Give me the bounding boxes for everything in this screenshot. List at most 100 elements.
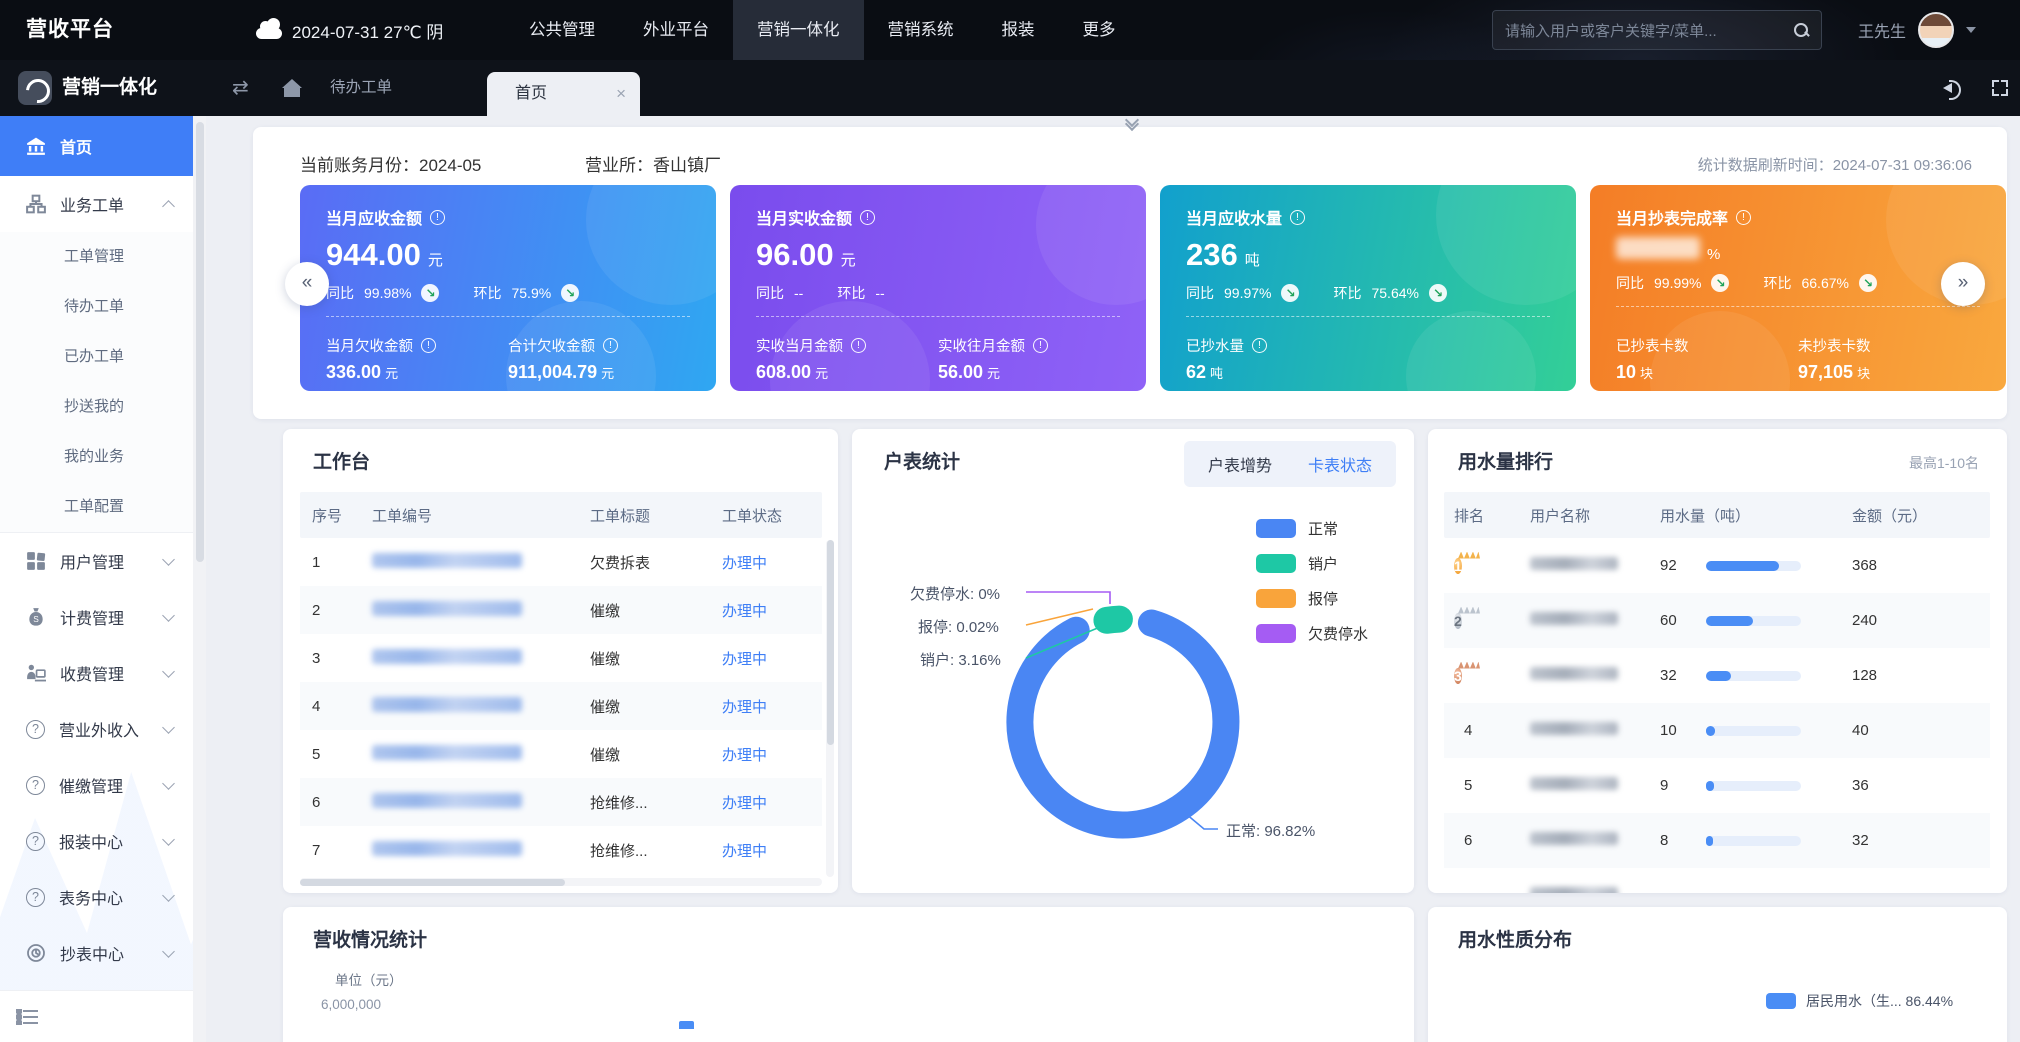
collapse-overview-button[interactable] xyxy=(1127,121,1137,129)
home-icon[interactable] xyxy=(282,79,302,97)
tab-home[interactable]: 首页 xyxy=(487,72,640,116)
carousel-next-button[interactable] xyxy=(1941,262,1985,306)
info-icon[interactable] xyxy=(1033,338,1048,353)
nav-more[interactable]: 更多 xyxy=(1059,0,1140,60)
tab-card-meter-status[interactable]: 卡表状态 xyxy=(1308,452,1372,476)
info-icon[interactable] xyxy=(851,338,866,353)
tab-meter-trend[interactable]: 户表增势 xyxy=(1208,452,1272,476)
sidebar-item-workorder-mgmt[interactable]: 工单管理 xyxy=(0,232,193,282)
card-sub-item: 实收当月金额 608.00元 xyxy=(756,335,938,383)
legend-item-cutoff[interactable]: 欠费停水 xyxy=(1256,622,1368,645)
sidebar-item-cc-me[interactable]: 抄送我的 xyxy=(0,382,193,432)
nav-field-platform[interactable]: 外业平台 xyxy=(619,0,733,60)
sidebar-group-meter-center[interactable]: 表务中心 xyxy=(0,869,193,925)
sidebar-group-workorder[interactable]: 业务工单 xyxy=(0,176,193,232)
arrow-down-right-icon xyxy=(421,284,439,302)
nature-legend-item[interactable]: 居民用水（生... 86.44% xyxy=(1766,991,1953,1011)
todo-workorder-shortcut[interactable]: 待办工单 xyxy=(330,60,392,116)
chevron-down-icon xyxy=(162,833,175,846)
panel-title: 营收情况统计 xyxy=(313,925,427,952)
menu-list-icon[interactable] xyxy=(16,1009,38,1025)
table-row: 5催缴办理中 xyxy=(300,730,822,778)
usage-bar xyxy=(1706,781,1801,791)
info-icon[interactable] xyxy=(1252,338,1267,353)
y-axis-top-label: 6,000,000 xyxy=(303,997,381,1012)
sidebar-item-workorder-config[interactable]: 工单配置 xyxy=(0,482,193,532)
sub-unit: 块 xyxy=(1857,366,1870,381)
close-icon[interactable] xyxy=(616,72,626,116)
info-icon[interactable] xyxy=(603,338,618,353)
info-icon[interactable] xyxy=(860,210,875,225)
nav-marketing-system[interactable]: 营销系统 xyxy=(864,0,978,60)
fullscreen-icon[interactable] xyxy=(1992,80,2008,96)
status-link[interactable]: 办理中 xyxy=(722,843,767,860)
donut-segment-normal xyxy=(1020,623,1226,825)
money-bag-icon: S xyxy=(26,607,46,627)
status-link[interactable]: 办理中 xyxy=(722,603,767,620)
sidebar-group-billing[interactable]: S 计费管理 xyxy=(0,589,193,645)
scrollbar-thumb[interactable] xyxy=(300,879,565,886)
status-link[interactable]: 办理中 xyxy=(722,699,767,716)
card-sub-item: 未抄表卡数 97,105块 xyxy=(1798,335,1980,383)
yoy-label: 同比 xyxy=(326,283,354,303)
global-search-input[interactable]: 请输入用户或客户关键字/菜单... xyxy=(1492,10,1822,50)
sidebar-group-user-mgmt[interactable]: 用户管理 xyxy=(0,533,193,589)
info-icon[interactable] xyxy=(430,210,445,225)
yoy-value: 99.99% xyxy=(1654,275,1701,291)
avatar[interactable] xyxy=(1918,12,1954,48)
card-sub-item: 已抄表卡数 10块 xyxy=(1616,335,1798,383)
scrollbar-thumb[interactable] xyxy=(827,540,834,745)
search-icon[interactable] xyxy=(1793,22,1809,38)
ranking-table: 排名 用户名称 用水量（吨） 金额（元） 1 92 368 2 60 240 3… xyxy=(1444,492,1990,893)
chevron-down-icon[interactable] xyxy=(1966,27,1976,33)
table-row: 3催缴办理中 xyxy=(300,634,822,682)
legend-item-normal[interactable]: 正常 xyxy=(1256,517,1368,540)
bank-icon xyxy=(26,136,46,156)
card-title: 当月应收水量 xyxy=(1186,205,1282,229)
table-header: 序号 工单编号 工单标题 工单状态 xyxy=(300,492,822,538)
chevron-up-icon xyxy=(162,200,175,213)
col-rank: 排名 xyxy=(1444,505,1530,526)
brand-title: 营收平台 xyxy=(26,0,114,60)
info-icon[interactable] xyxy=(1736,210,1751,225)
sidebar-item-my-business[interactable]: 我的业务 xyxy=(0,432,193,482)
app-bar: 营销一体化 待办工单 首页 xyxy=(0,60,2020,116)
sidebar-group-meter-reading-center[interactable]: 抄表中心 xyxy=(0,925,193,981)
nav-marketing-integration[interactable]: 营销一体化 xyxy=(733,0,864,60)
sidebar-submenu-workorder: 工单管理 待办工单 已办工单 抄送我的 我的业务 工单配置 xyxy=(0,232,193,533)
sidebar-item-todo-workorder[interactable]: 待办工单 xyxy=(0,282,193,332)
legend-item-closed[interactable]: 销户 xyxy=(1256,552,1368,575)
user-menu[interactable]: 王先生 xyxy=(1858,0,1976,60)
status-link[interactable]: 办理中 xyxy=(722,795,767,812)
legend-item-paused[interactable]: 报停 xyxy=(1256,587,1368,610)
sidebar-group-collection-urge[interactable]: 催缴管理 xyxy=(0,757,193,813)
info-icon[interactable] xyxy=(421,338,436,353)
speaker-icon[interactable] xyxy=(1943,78,1965,98)
sidebar-group-fee-collection[interactable]: 收费管理 xyxy=(0,645,193,701)
legend-swatch xyxy=(1256,589,1296,608)
nav-installation[interactable]: 报装 xyxy=(978,0,1059,60)
cashier-icon xyxy=(26,663,46,683)
card-unit: 吨 xyxy=(1245,249,1260,270)
card-unit: 元 xyxy=(428,249,443,270)
scrollbar-thumb[interactable] xyxy=(196,122,204,562)
office-value: 香山镇厂 xyxy=(653,156,721,175)
nav-public-admin[interactable]: 公共管理 xyxy=(505,0,619,60)
status-link[interactable]: 办理中 xyxy=(722,747,767,764)
status-link[interactable]: 办理中 xyxy=(722,555,767,572)
sidebar-group-nonop-income[interactable]: 营业外收入 xyxy=(0,701,193,757)
panel-title: 用水量排行 xyxy=(1458,447,1553,474)
redacted-order-no xyxy=(372,841,522,856)
sidebar-item-done-workorder[interactable]: 已办工单 xyxy=(0,332,193,382)
carousel-prev-button[interactable] xyxy=(285,262,329,306)
account-month-value: 2024-05 xyxy=(419,156,481,175)
horizontal-scrollbar[interactable] xyxy=(300,878,822,886)
vertical-scrollbar[interactable] xyxy=(826,540,834,877)
status-link[interactable]: 办理中 xyxy=(722,651,767,668)
info-icon[interactable] xyxy=(1290,210,1305,225)
sidebar-scrollbar[interactable] xyxy=(193,116,206,1042)
sidebar-item-home[interactable]: 首页 xyxy=(0,116,193,176)
sidebar-group-installation-center[interactable]: 报装中心 xyxy=(0,813,193,869)
switch-app-icon[interactable] xyxy=(232,60,249,116)
panel-title: 工作台 xyxy=(313,447,370,474)
